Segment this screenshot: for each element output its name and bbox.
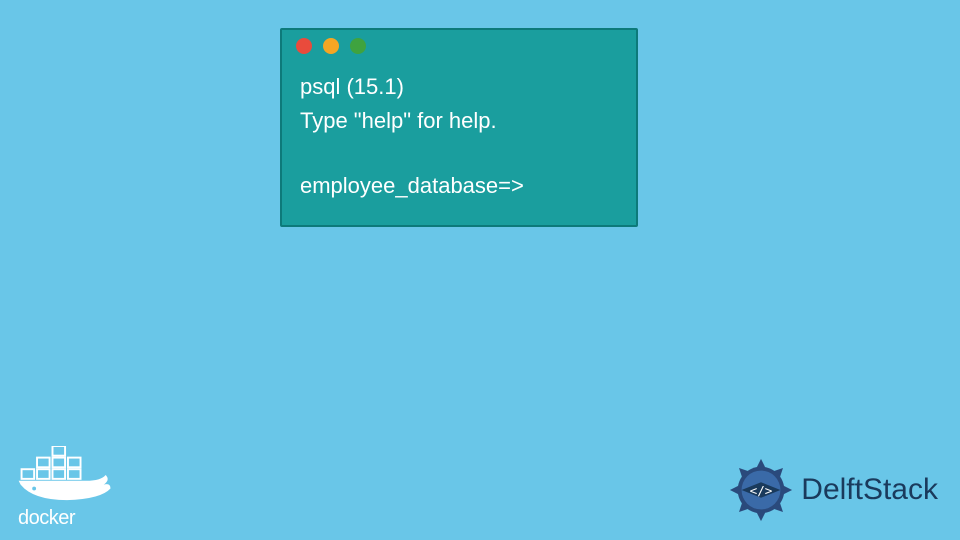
terminal-output-line: psql (15.1): [300, 70, 618, 104]
svg-text:</>: </>: [750, 483, 773, 498]
terminal-blank-line: [300, 138, 618, 169]
close-icon[interactable]: [296, 38, 312, 54]
docker-label: docker: [18, 507, 116, 530]
delftstack-emblem-icon: </>: [727, 456, 795, 524]
minimize-icon[interactable]: [323, 38, 339, 54]
terminal-body: psql (15.1) Type "help" for help. employ…: [282, 62, 636, 225]
docker-logo: docker: [18, 446, 116, 530]
delftstack-logo: </> DelftStack: [727, 456, 938, 524]
terminal-prompt[interactable]: employee_database=>: [300, 169, 618, 203]
terminal-output-line: Type "help" for help.: [300, 104, 618, 138]
delftstack-label: DelftStack: [801, 473, 938, 507]
window-titlebar: [282, 30, 636, 62]
maximize-icon[interactable]: [350, 38, 366, 54]
docker-whale-icon: [18, 446, 116, 504]
terminal-window: psql (15.1) Type "help" for help. employ…: [280, 28, 638, 227]
